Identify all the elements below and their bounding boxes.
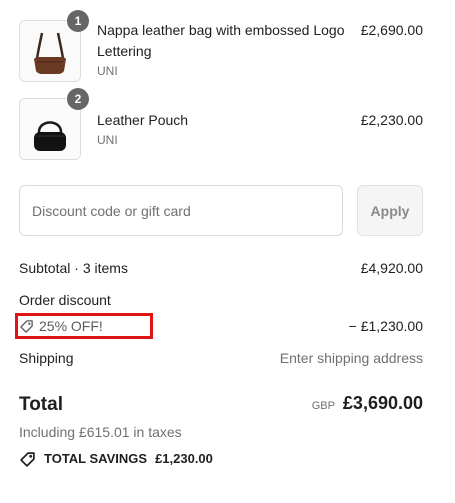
item-name: Nappa leather bag with embossed Logo Let… [97,22,345,59]
subtotal-row: Subtotal · 3 items £4,920.00 [19,258,423,278]
item-variant: UNI [97,133,118,147]
subtotal-value: £4,920.00 [360,260,423,276]
shipping-row: Shipping Enter shipping address [19,348,423,368]
quantity-badge: 1 [67,10,89,32]
shipping-value: Enter shipping address [279,350,423,366]
savings-label: TOTAL SAVINGS [44,451,148,466]
line-item: 2 Leather Pouch UNI £2,230.00 [19,88,423,160]
item-price: £2,230.00 [360,112,423,128]
discount-value: − £1,230.00 [348,318,423,334]
item-name: Leather Pouch [97,112,189,128]
item-details: Nappa leather bag with embossed Logo Let… [97,20,353,80]
total-savings: TOTAL SAVINGS £1,230.00 [19,449,213,469]
tag-icon [20,319,33,333]
item-price: £2,690.00 [360,22,423,38]
discount-code-tag: 25% OFF! [19,317,103,335]
shipping-label: Shipping [19,350,74,366]
apply-button[interactable]: Apply [357,185,423,236]
total-label: Total [19,394,63,415]
line-item: 1 Nappa leather bag with embossed Logo L… [19,10,423,82]
discount-code-input[interactable] [19,185,343,236]
tag-icon [20,451,35,467]
tax-note: Including £615.01 in taxes [19,424,182,440]
discount-code-text: 25% OFF! [39,318,103,334]
total-value: £3,690.00 [342,393,423,413]
item-details: Leather Pouch UNI [97,110,353,149]
item-variant: UNI [97,64,118,78]
savings-value: £1,230.00 [155,451,213,466]
subtotal-label: Subtotal · 3 items [19,260,128,276]
order-discount-label: Order discount [19,292,111,308]
quantity-badge: 2 [67,88,89,110]
currency-code: GBP [311,400,335,412]
total-amount: GBP £3,690.00 [312,393,423,414]
